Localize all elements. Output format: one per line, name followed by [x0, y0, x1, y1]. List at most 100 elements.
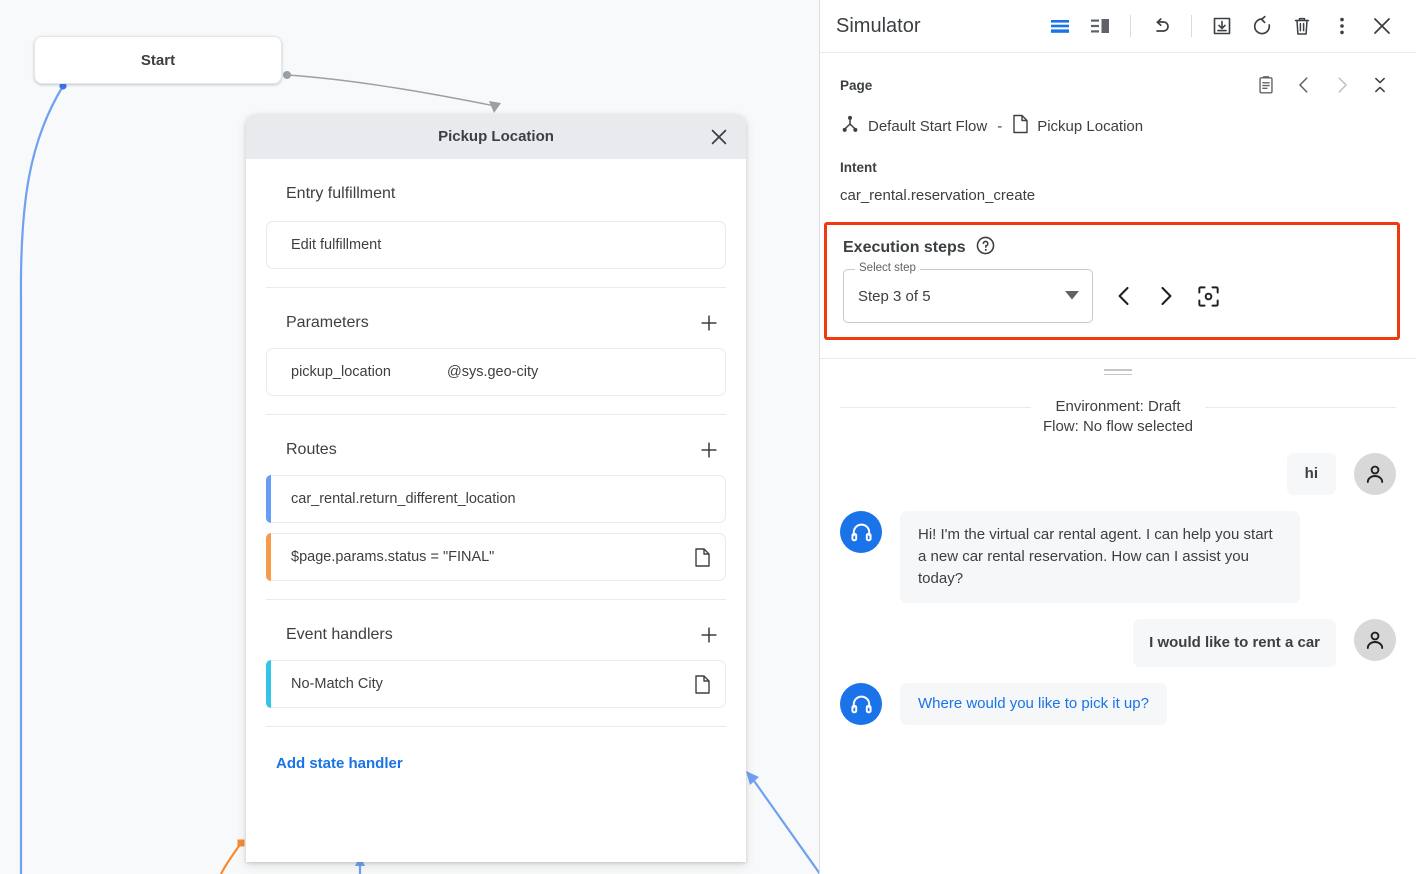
route-color-bar: [266, 475, 271, 523]
simulator-panel: Simulator: [820, 0, 1416, 874]
event-handler-label: No-Match City: [291, 676, 383, 692]
collapse-icon[interactable]: [1364, 69, 1396, 101]
flow-name[interactable]: Default Start Flow: [868, 118, 987, 135]
section-header: Routes: [266, 435, 726, 465]
simulator-toolbar: [1042, 8, 1400, 44]
section-routes: Routes car_rental.return_different_locat…: [266, 415, 726, 600]
page-name[interactable]: Pickup Location: [1037, 118, 1143, 135]
event-handler-color-bar: [266, 660, 271, 708]
chat-bubble: Hi! I'm the virtual car rental agent. I …: [900, 511, 1300, 603]
more-vert-icon[interactable]: [1324, 8, 1360, 44]
execution-steps-header: Execution steps: [843, 235, 1397, 261]
intent-value: car_rental.reservation_create: [840, 187, 1396, 204]
flow-canvas[interactable]: Start Pickup Location Entry fulfillment …: [0, 0, 820, 874]
chevron-right-icon[interactable]: [1326, 69, 1358, 101]
next-step-button[interactable]: [1145, 275, 1187, 317]
add-state-handler-link[interactable]: Add state handler: [266, 727, 726, 772]
execution-steps-section: Execution steps Select step Step 3 of 5: [824, 222, 1400, 340]
headset-icon: [840, 511, 882, 553]
simulator-page-section: Page: [820, 53, 1416, 204]
toolbar-divider: [1191, 15, 1192, 37]
breadcrumb-separator: -: [997, 118, 1002, 135]
chat-transcript: Environment: Draft Flow: No flow selecte…: [820, 375, 1416, 725]
page-doc-icon: [1012, 114, 1029, 138]
chat-message-user: hi: [840, 453, 1396, 495]
route-row[interactable]: car_rental.return_different_location: [266, 475, 726, 523]
previous-step-button[interactable]: [1103, 275, 1145, 317]
section-header: Event handlers: [266, 620, 726, 650]
panel-drag-handle[interactable]: [820, 359, 1416, 375]
environment-line: Environment: Draft: [1055, 398, 1180, 415]
help-circle-icon[interactable]: [975, 235, 996, 261]
headset-icon: [840, 683, 882, 725]
page-doc-icon: [694, 548, 711, 567]
edit-fulfillment-button[interactable]: Edit fulfillment: [266, 221, 726, 269]
chat-bubble: hi: [1287, 453, 1336, 495]
chat-message-user: I would like to rent a car: [840, 619, 1396, 667]
route-label: $page.params.status = "FINAL": [291, 549, 494, 565]
split-view-icon[interactable]: [1082, 8, 1118, 44]
route-row[interactable]: $page.params.status = "FINAL": [266, 533, 726, 581]
close-icon[interactable]: [704, 122, 734, 152]
route-label: car_rental.return_different_location: [291, 491, 516, 507]
add-parameter-icon[interactable]: [694, 308, 724, 338]
start-node[interactable]: Start: [34, 36, 282, 84]
page-actions: [1250, 69, 1396, 101]
event-handler-row[interactable]: No-Match City: [266, 660, 726, 708]
center-focus-icon[interactable]: [1187, 275, 1229, 317]
page-doc-icon: [694, 675, 711, 694]
select-step-dropdown[interactable]: Select step Step 3 of 5: [843, 269, 1093, 323]
execution-steps-title: Execution steps: [843, 239, 966, 257]
breadcrumb: Default Start Flow - Pickup Location: [840, 114, 1396, 138]
stacked-view-icon[interactable]: [1042, 8, 1078, 44]
save-download-icon[interactable]: [1204, 8, 1240, 44]
person-icon: [1354, 619, 1396, 661]
delete-icon[interactable]: [1284, 8, 1320, 44]
toolbar-divider: [1130, 15, 1131, 37]
chevron-left-icon[interactable]: [1288, 69, 1320, 101]
execution-steps-controls: Select step Step 3 of 5: [843, 269, 1397, 323]
parameter-entity: @sys.geo-city: [447, 364, 538, 380]
page-panel-header: Pickup Location: [246, 114, 746, 159]
flow-icon: [840, 114, 860, 138]
step-navigation: [1103, 275, 1229, 317]
environment-text: Environment: Draft Flow: No flow selecte…: [1031, 397, 1205, 437]
simulator-header: Simulator: [820, 0, 1416, 53]
section-title: Parameters: [286, 314, 369, 332]
parameter-row[interactable]: pickup_location @sys.geo-city: [266, 348, 726, 396]
page-panel-body: Entry fulfillment Edit fulfillment Param…: [246, 159, 746, 772]
close-icon[interactable]: [1364, 8, 1400, 44]
section-title: Entry fulfillment: [286, 185, 395, 203]
chevron-down-icon: [1065, 287, 1079, 305]
simulator-title: Simulator: [836, 15, 920, 38]
section-header: Parameters: [266, 308, 726, 338]
section-entry-fulfillment: Entry fulfillment Edit fulfillment: [266, 159, 726, 288]
page-label-row: Page: [840, 69, 1396, 101]
section-parameters: Parameters pickup_location @sys.geo-city: [266, 288, 726, 415]
select-step-label: Select step: [855, 262, 920, 274]
flow-line: Flow: No flow selected: [1043, 418, 1193, 435]
undo-icon[interactable]: [1143, 8, 1179, 44]
section-title: Event handlers: [286, 626, 393, 644]
section-header: Entry fulfillment: [266, 179, 726, 209]
page-panel-title: Pickup Location: [438, 128, 554, 145]
intent-label: Intent: [840, 160, 1396, 175]
environment-banner: Environment: Draft Flow: No flow selecte…: [840, 397, 1396, 437]
chat-bubble: I would like to rent a car: [1133, 619, 1336, 667]
chat-message-agent: Hi! I'm the virtual car rental agent. I …: [840, 511, 1396, 603]
parameter-name: pickup_location: [291, 364, 391, 380]
add-route-icon[interactable]: [694, 435, 724, 465]
clipboard-icon[interactable]: [1250, 69, 1282, 101]
chat-bubble[interactable]: Where would you like to pick it up?: [900, 683, 1167, 725]
page-detail-panel: Pickup Location Entry fulfillment Edit f…: [246, 114, 746, 862]
edit-fulfillment-label: Edit fulfillment: [291, 237, 381, 253]
select-step-value: Step 3 of 5: [858, 288, 931, 305]
section-title: Routes: [286, 441, 337, 459]
route-color-bar: [266, 533, 271, 581]
person-icon: [1354, 453, 1396, 495]
chat-message-agent: Where would you like to pick it up?: [840, 683, 1396, 725]
section-event-handlers: Event handlers No-Match City: [266, 600, 726, 727]
add-event-handler-icon[interactable]: [694, 620, 724, 650]
restart-icon[interactable]: [1244, 8, 1280, 44]
start-node-label: Start: [141, 52, 175, 69]
